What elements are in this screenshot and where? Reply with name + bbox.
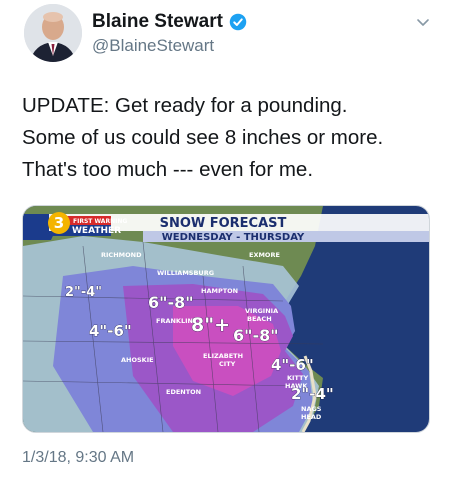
amount-west: 2"-4" bbox=[65, 285, 102, 300]
place-nags-head-2: HEAD bbox=[301, 413, 322, 421]
amount-core: 8"+ bbox=[191, 314, 230, 336]
author-handle[interactable]: @BlaineStewart bbox=[92, 36, 214, 56]
tweet-timestamp[interactable]: 1/3/18, 9:30 AM bbox=[22, 449, 134, 467]
logo-bottom-text: WEATHER bbox=[72, 226, 121, 236]
map-subtitle: WEDNESDAY - THURSDAY bbox=[162, 232, 305, 243]
place-elizabeth-city-2: CITY bbox=[219, 360, 236, 368]
chevron-down-icon[interactable] bbox=[415, 14, 431, 30]
verified-badge-icon bbox=[229, 13, 247, 31]
place-nags-head: NAGS bbox=[301, 405, 322, 413]
amount-beach: 6"-8" bbox=[233, 326, 279, 345]
map-title: SNOW FORECAST bbox=[160, 216, 287, 231]
station-logo-number: 3 bbox=[54, 214, 64, 232]
tweet-text-line: UPDATE: Get ready for a pounding. bbox=[22, 94, 348, 117]
avatar-image bbox=[24, 4, 82, 62]
place-williamsburg: WILLIAMSBURG bbox=[157, 269, 214, 277]
tweet-text-line: Some of us could see 8 inches or more. bbox=[22, 126, 384, 149]
place-richmond: RICHMOND bbox=[101, 251, 142, 259]
place-hampton: HAMPTON bbox=[201, 287, 238, 295]
place-franklin: FRANKLIN bbox=[156, 317, 193, 325]
avatar[interactable] bbox=[24, 4, 82, 62]
tweet-header: Blaine Stewart @BlaineStewart bbox=[0, 0, 449, 80]
place-virginia-beach-2: BEACH bbox=[247, 315, 272, 323]
snow-forecast-map: 3 FIRST WARNING WEATHER SNOW FORECAST WE… bbox=[23, 206, 429, 432]
snow-forecast-image[interactable]: 3 FIRST WARNING WEATHER SNOW FORECAST WE… bbox=[22, 205, 430, 433]
author-display-name[interactable]: Blaine Stewart bbox=[92, 11, 223, 33]
place-virginia-beach: VIRGINIA bbox=[245, 307, 278, 315]
place-ahoskie: AHOSKIE bbox=[121, 356, 154, 364]
amount-southwest: 4"-6" bbox=[89, 322, 132, 340]
place-exmore: EXMORE bbox=[249, 251, 280, 259]
place-edenton: EDENTON bbox=[166, 388, 201, 396]
tweet-text: UPDATE: Get ready for a pounding. Some o… bbox=[22, 90, 437, 186]
tweet-text-line: That's too much --- even for me. bbox=[22, 158, 314, 181]
author-name-row: Blaine Stewart bbox=[92, 11, 247, 33]
amount-obx-north: 4"-6" bbox=[271, 356, 314, 374]
amount-obx-south: 2"-4" bbox=[291, 385, 334, 403]
amount-central: 6"-8" bbox=[148, 293, 194, 312]
logo-top-text: FIRST WARNING bbox=[73, 218, 127, 225]
place-elizabeth-city: ELIZABETH bbox=[203, 352, 243, 360]
place-kitty-hawk: KITTY bbox=[287, 374, 308, 382]
